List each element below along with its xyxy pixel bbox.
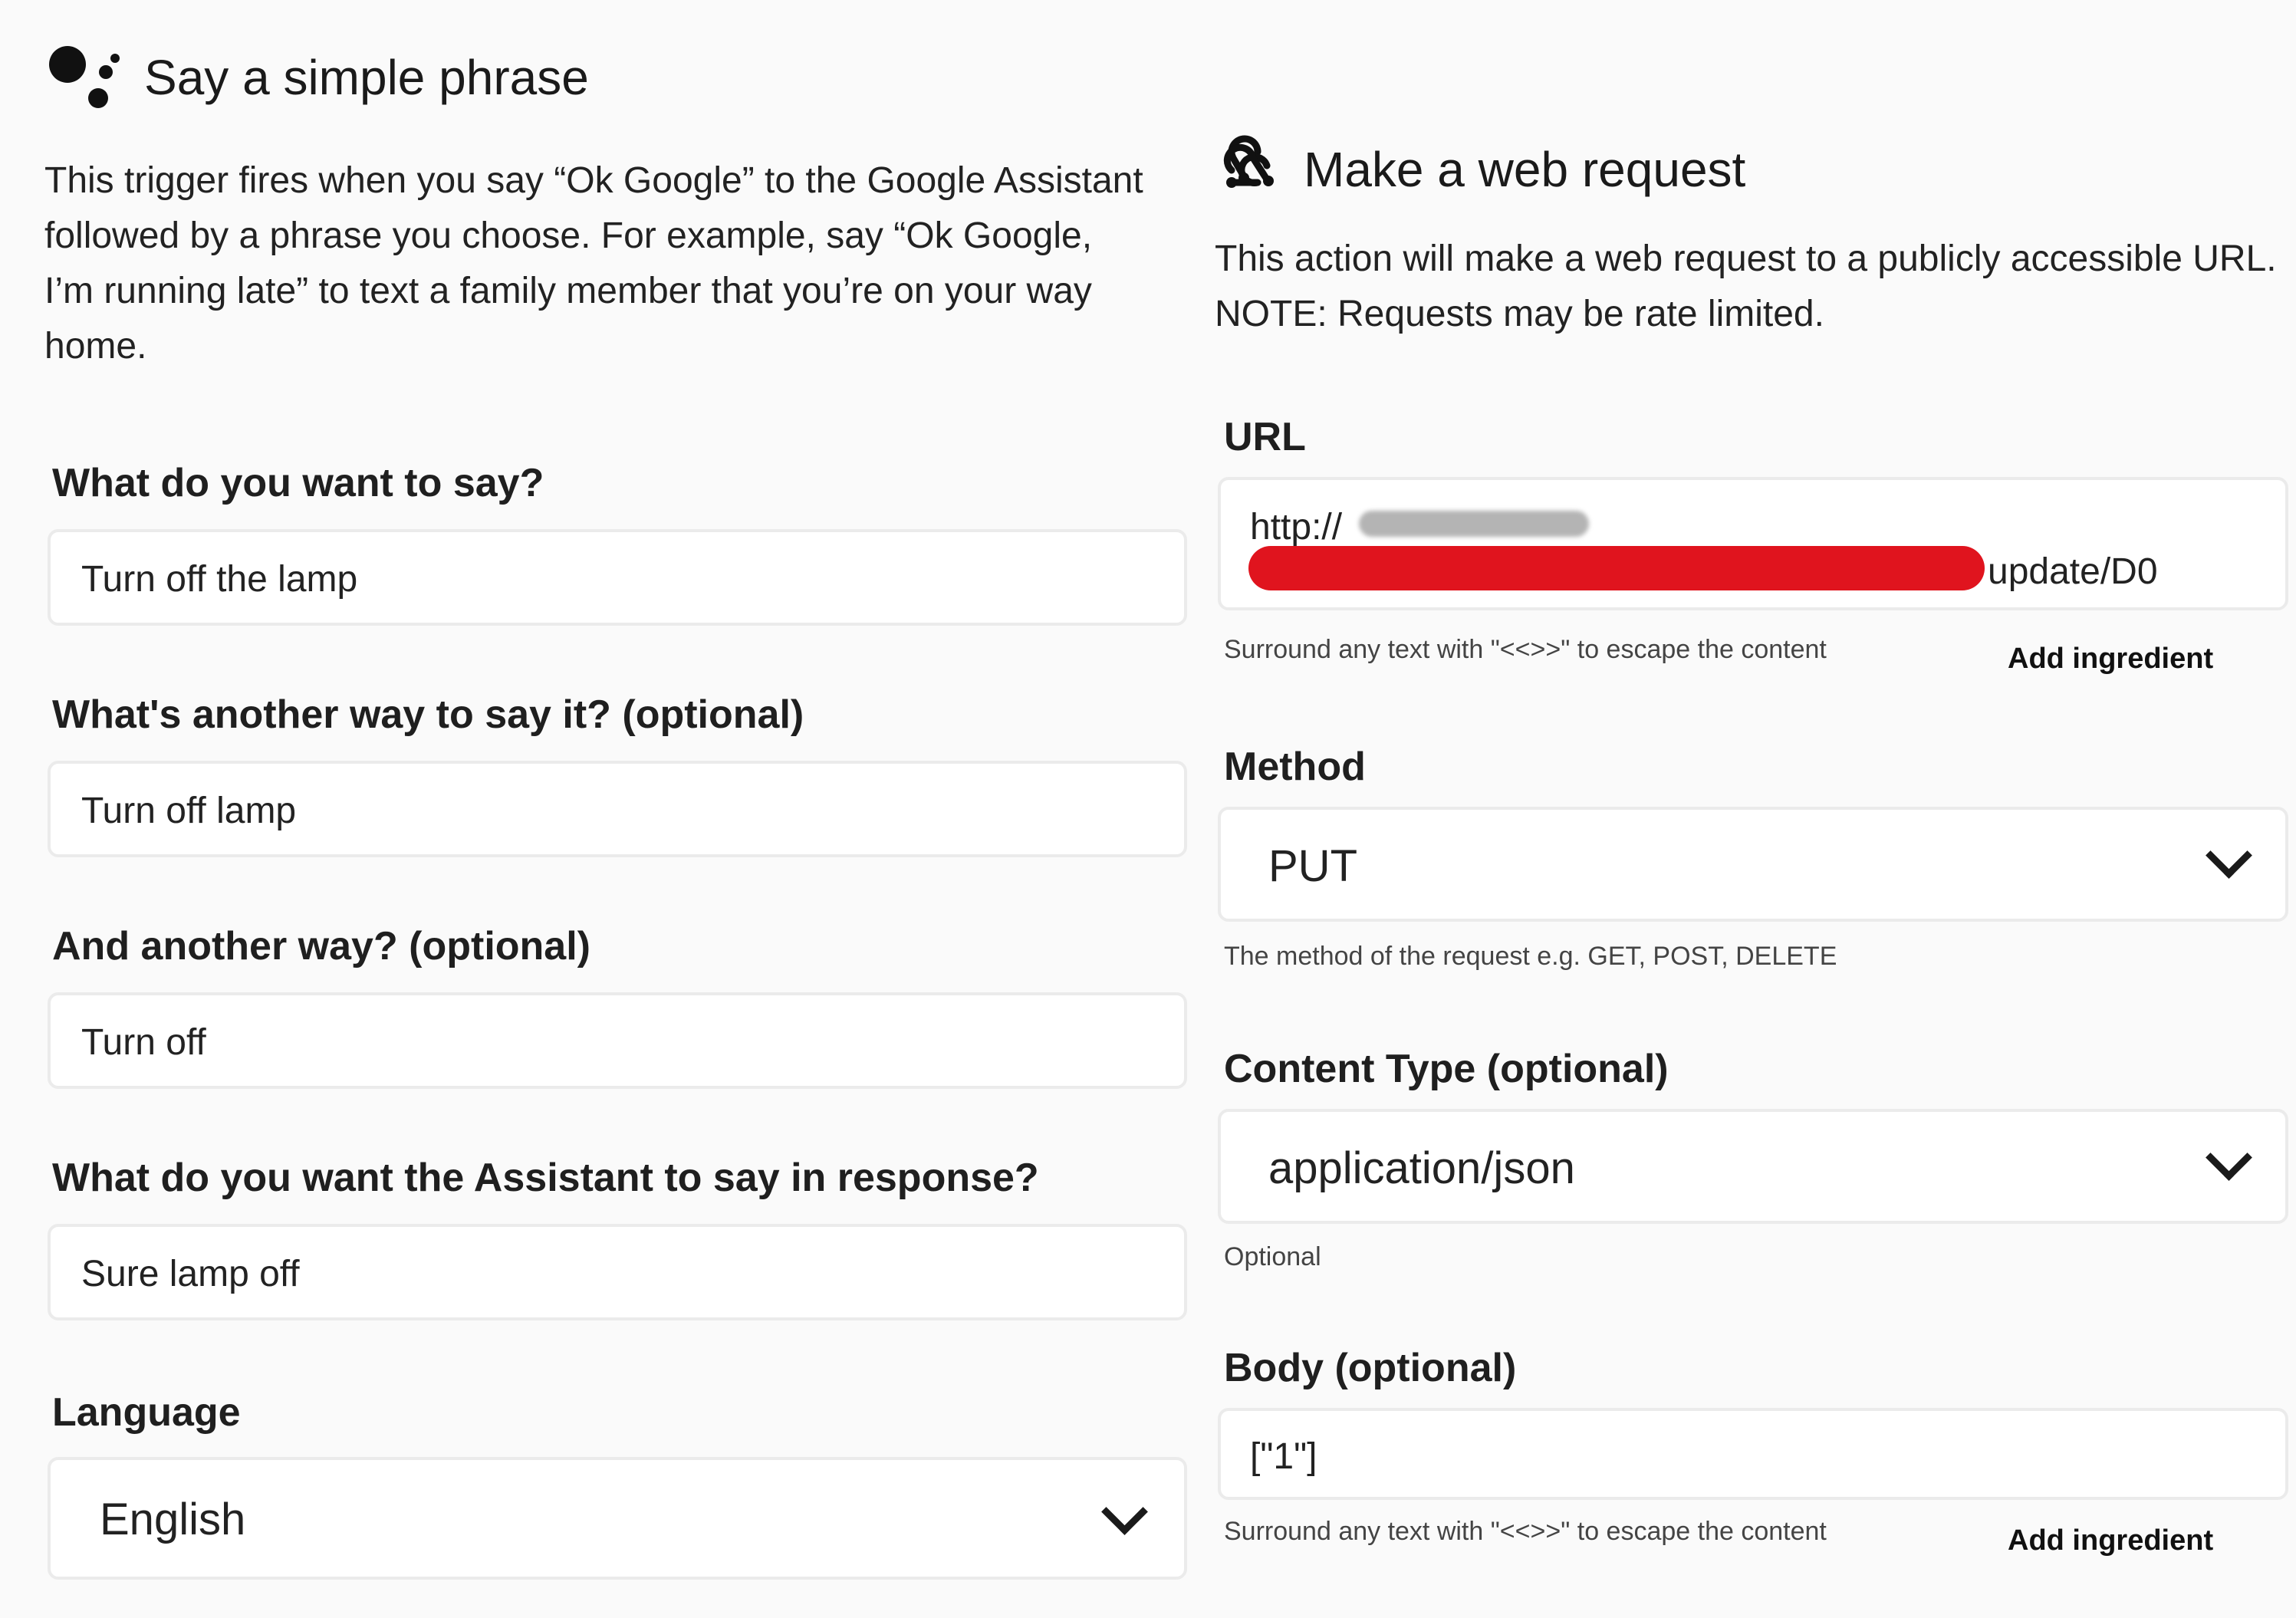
- content-type-label: Content Type (optional): [1224, 1047, 1669, 1091]
- alt-phrase-2-input-value: Turn off: [81, 1022, 206, 1063]
- action-panel: Make a web request This action will make…: [1196, 0, 2296, 1618]
- method-select[interactable]: PUT: [1218, 807, 2288, 922]
- action-description: This action will make a web request to a…: [1215, 238, 2277, 334]
- chevron-down-icon: [2206, 1134, 2252, 1181]
- phrase-input[interactable]: Turn off the lamp: [48, 529, 1187, 626]
- url-helper-text: Surround any text with "<<>>" to escape …: [1224, 635, 1827, 664]
- body-helper-text: Surround any text with "<<>>" to escape …: [1224, 1517, 1827, 1546]
- alt-phrase-2-label: And another way? (optional): [52, 924, 590, 968]
- content-type-select[interactable]: application/json: [1218, 1109, 2288, 1224]
- language-select-value: English: [100, 1495, 246, 1544]
- body-label: Body (optional): [1224, 1346, 1517, 1390]
- method-select-value: PUT: [1268, 841, 1357, 891]
- response-input-value: Sure lamp off: [81, 1254, 300, 1294]
- content-type-helper-text: Optional: [1224, 1242, 1321, 1271]
- url-input-value-start: http://: [1250, 507, 1343, 548]
- body-input-value: ["1"]: [1250, 1436, 1317, 1477]
- phrase-label: What do you want to say?: [52, 461, 544, 505]
- url-input[interactable]: http:// update/D0: [1218, 477, 2288, 610]
- alt-phrase-label: What's another way to say it? (optional): [52, 692, 804, 737]
- method-label: Method: [1224, 745, 1366, 789]
- response-input[interactable]: Sure lamp off: [48, 1224, 1187, 1320]
- alt-phrase-input-value: Turn off lamp: [81, 791, 297, 831]
- body-add-ingredient-button[interactable]: Add ingredient: [2008, 1524, 2213, 1557]
- url-label: URL: [1224, 415, 1306, 459]
- phrase-input-value: Turn off the lamp: [81, 559, 358, 600]
- url-redaction-red: [1248, 546, 1985, 590]
- trigger-title: Say a simple phrase: [144, 50, 589, 105]
- language-select[interactable]: English: [48, 1457, 1187, 1580]
- language-label: Language: [52, 1390, 241, 1435]
- alt-phrase-2-input[interactable]: Turn off: [48, 992, 1187, 1089]
- alt-phrase-input[interactable]: Turn off lamp: [48, 761, 1187, 857]
- url-input-value-end: update/D0: [1988, 551, 2158, 592]
- action-title: Make a web request: [1304, 142, 1746, 197]
- body-input[interactable]: ["1"]: [1218, 1408, 2288, 1500]
- webhook-icon: [1223, 135, 1274, 188]
- google-assistant-icon: [49, 46, 120, 108]
- trigger-description: This trigger fires when you say “Ok Goog…: [44, 160, 1143, 367]
- chevron-down-icon: [1101, 1488, 1148, 1535]
- response-label: What do you want the Assistant to say in…: [52, 1156, 1039, 1200]
- trigger-panel: Say a simple phrase This trigger fires w…: [0, 0, 1196, 1618]
- content-type-select-value: application/json: [1268, 1143, 1575, 1193]
- url-redaction-gray: [1359, 511, 1589, 537]
- chevron-down-icon: [2206, 832, 2252, 879]
- method-helper-text: The method of the request e.g. GET, POST…: [1224, 942, 1837, 971]
- url-add-ingredient-button[interactable]: Add ingredient: [2008, 643, 2213, 676]
